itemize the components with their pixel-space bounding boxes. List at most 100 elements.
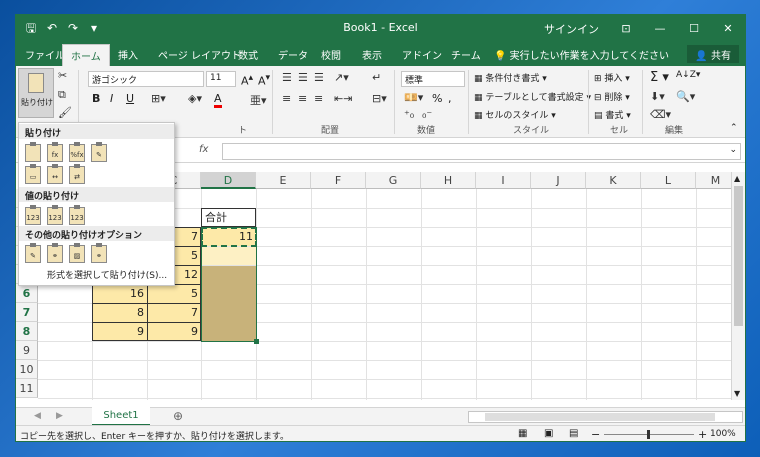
close-button[interactable]: ✕ bbox=[711, 22, 745, 35]
align-top-icon[interactable]: ☰ bbox=[282, 71, 292, 84]
align-left-icon[interactable]: ≡ bbox=[282, 92, 291, 105]
row-header-10[interactable]: 10 bbox=[16, 360, 38, 379]
delete-cells-button[interactable]: ⊟ 削除 ▾ bbox=[594, 90, 630, 103]
wrap-text-icon[interactable]: ↵ bbox=[372, 71, 381, 84]
tab-file[interactable]: ファイル bbox=[25, 47, 65, 62]
comma-icon[interactable]: , bbox=[448, 92, 452, 105]
tab-formulas[interactable]: 数式 bbox=[238, 47, 258, 62]
row-header-7[interactable]: 7 bbox=[16, 303, 38, 322]
tab-view[interactable]: 表示 bbox=[362, 47, 382, 62]
paste-keep-column-widths-icon[interactable]: ↔ bbox=[47, 164, 63, 184]
zoom-out-icon[interactable]: − bbox=[591, 428, 600, 441]
page-break-view-icon[interactable]: ▤ bbox=[569, 428, 578, 439]
tab-review[interactable]: 校閲 bbox=[321, 47, 341, 62]
zoom-in-icon[interactable]: + bbox=[698, 428, 707, 441]
normal-view-icon[interactable]: ▦ bbox=[518, 428, 527, 439]
new-sheet-icon[interactable]: ⊕ bbox=[173, 409, 183, 423]
cell-c7[interactable]: 9 bbox=[147, 322, 201, 341]
paste-formulas-icon[interactable]: fx bbox=[47, 142, 63, 162]
align-middle-icon[interactable]: ☰ bbox=[298, 71, 308, 84]
col-header-g[interactable]: G bbox=[366, 172, 421, 189]
col-header-i[interactable]: I bbox=[476, 172, 531, 189]
scroll-down-icon[interactable]: ▼ bbox=[734, 389, 740, 398]
phonetic-icon[interactable]: 亜▾ bbox=[250, 92, 267, 108]
paste-values-source-format-icon[interactable]: 123 bbox=[69, 205, 85, 225]
borders-icon[interactable]: ⊞▾ bbox=[151, 92, 166, 105]
col-header-k[interactable]: K bbox=[586, 172, 641, 189]
indent-icon[interactable]: ⇤⇥ bbox=[334, 92, 352, 105]
paste-link-icon[interactable]: ⚭ bbox=[47, 243, 63, 263]
orientation-icon[interactable]: ↗▾ bbox=[334, 71, 349, 84]
row-header-8[interactable]: 8 bbox=[16, 322, 38, 341]
cell-b5[interactable]: 16 bbox=[92, 284, 147, 303]
underline-button[interactable]: U bbox=[126, 92, 134, 105]
ribbon-display-options-icon[interactable]: ⊡ bbox=[609, 22, 643, 35]
zoom-slider-thumb[interactable] bbox=[647, 430, 650, 439]
row-header-6[interactable]: 6 bbox=[16, 284, 38, 303]
paste-values-icon[interactable]: 123 bbox=[25, 205, 41, 225]
paste-picture-icon[interactable]: ▨ bbox=[69, 243, 85, 263]
find-select-icon[interactable]: 🔍▾ bbox=[676, 90, 695, 103]
col-header-d[interactable]: D bbox=[201, 172, 256, 189]
paste-formulas-number-format-icon[interactable]: %fx bbox=[69, 142, 85, 162]
scroll-thumb[interactable] bbox=[734, 186, 743, 326]
tab-home[interactable]: ホーム bbox=[62, 44, 110, 66]
col-header-e[interactable]: E bbox=[256, 172, 311, 189]
italic-button[interactable]: I bbox=[110, 92, 113, 105]
vertical-scrollbar[interactable]: ▲ ▼ bbox=[731, 172, 745, 400]
col-header-h[interactable]: H bbox=[421, 172, 476, 189]
bold-button[interactable]: B bbox=[92, 92, 100, 105]
currency-icon[interactable]: 💴▾ bbox=[404, 91, 423, 104]
tab-team[interactable]: チーム bbox=[451, 47, 481, 62]
cell-styles-button[interactable]: ▦ セルのスタイル ▾ bbox=[474, 108, 556, 121]
percent-icon[interactable]: % bbox=[432, 92, 442, 105]
col-header-l[interactable]: L bbox=[641, 172, 696, 189]
paste-linked-picture-icon[interactable]: ⚭ bbox=[91, 243, 107, 263]
col-header-f[interactable]: F bbox=[311, 172, 366, 189]
paste-values-number-format-icon[interactable]: 123 bbox=[47, 205, 63, 225]
zoom-level[interactable]: 100% bbox=[710, 429, 736, 439]
font-size-select[interactable]: 11 bbox=[206, 71, 236, 87]
row-header-9[interactable]: 9 bbox=[16, 341, 38, 360]
hscroll-thumb[interactable] bbox=[485, 413, 715, 421]
tab-insert[interactable]: 挿入 bbox=[118, 47, 138, 62]
format-as-table-button[interactable]: ▦ テーブルとして書式設定 ▾ bbox=[474, 90, 591, 103]
sheet-tab-sheet1[interactable]: Sheet1 bbox=[92, 407, 150, 426]
fill-icon[interactable]: ⬇▾ bbox=[650, 90, 665, 103]
shrink-font-icon[interactable]: A▾ bbox=[258, 72, 270, 88]
copy-icon[interactable]: ⧉ bbox=[58, 88, 66, 102]
align-right-icon[interactable]: ≡ bbox=[314, 92, 323, 105]
col-header-j[interactable]: J bbox=[531, 172, 586, 189]
paste-no-borders-icon[interactable]: ▭ bbox=[25, 164, 41, 184]
conditional-format-button[interactable]: ▦ 条件付き書式 ▾ bbox=[474, 71, 547, 84]
expand-formula-icon[interactable]: ⌄ bbox=[729, 145, 737, 155]
prev-sheet-icon[interactable]: ◀ bbox=[34, 411, 41, 421]
font-color-icon[interactable]: A bbox=[214, 92, 222, 108]
tab-data[interactable]: データ bbox=[278, 47, 308, 62]
cell-b6[interactable]: 8 bbox=[92, 303, 147, 322]
decrease-decimal-icon[interactable]: ₀⁻ bbox=[422, 108, 432, 121]
autosum-icon[interactable]: Σ ▾ bbox=[650, 70, 669, 85]
row-header-11[interactable]: 11 bbox=[16, 379, 38, 398]
next-sheet-icon[interactable]: ▶ bbox=[56, 411, 63, 421]
share-button[interactable]: 👤 共有 bbox=[687, 45, 739, 63]
clear-icon[interactable]: ⌫▾ bbox=[650, 108, 671, 121]
insert-function-icon[interactable]: fx bbox=[199, 144, 215, 155]
cut-icon[interactable]: ✂ bbox=[58, 69, 67, 82]
cell-c5[interactable]: 5 bbox=[147, 284, 201, 303]
minimize-button[interactable]: — bbox=[643, 22, 677, 35]
paste-transpose-icon[interactable]: ⇄ bbox=[69, 164, 85, 184]
merge-center-icon[interactable]: ⊟▾ bbox=[372, 92, 387, 105]
horizontal-scrollbar[interactable] bbox=[468, 411, 743, 423]
cell-c6[interactable]: 7 bbox=[147, 303, 201, 322]
tell-me-search[interactable]: 💡 実行したい作業を入力してください bbox=[494, 47, 669, 62]
number-format-select[interactable]: 標準 bbox=[401, 71, 465, 87]
page-layout-view-icon[interactable]: ▣ bbox=[544, 428, 553, 439]
tab-page-layout[interactable]: ページ レイアウト bbox=[158, 47, 241, 62]
collapse-ribbon-icon[interactable]: ⌃ bbox=[730, 123, 738, 133]
sort-filter-icon[interactable]: A↓Z▾ bbox=[676, 70, 700, 80]
paste-formatting-icon[interactable]: ✎ bbox=[25, 243, 41, 263]
formula-input[interactable] bbox=[222, 143, 741, 160]
tab-addins[interactable]: アドイン bbox=[402, 47, 442, 62]
cell-b7[interactable]: 9 bbox=[92, 322, 147, 341]
